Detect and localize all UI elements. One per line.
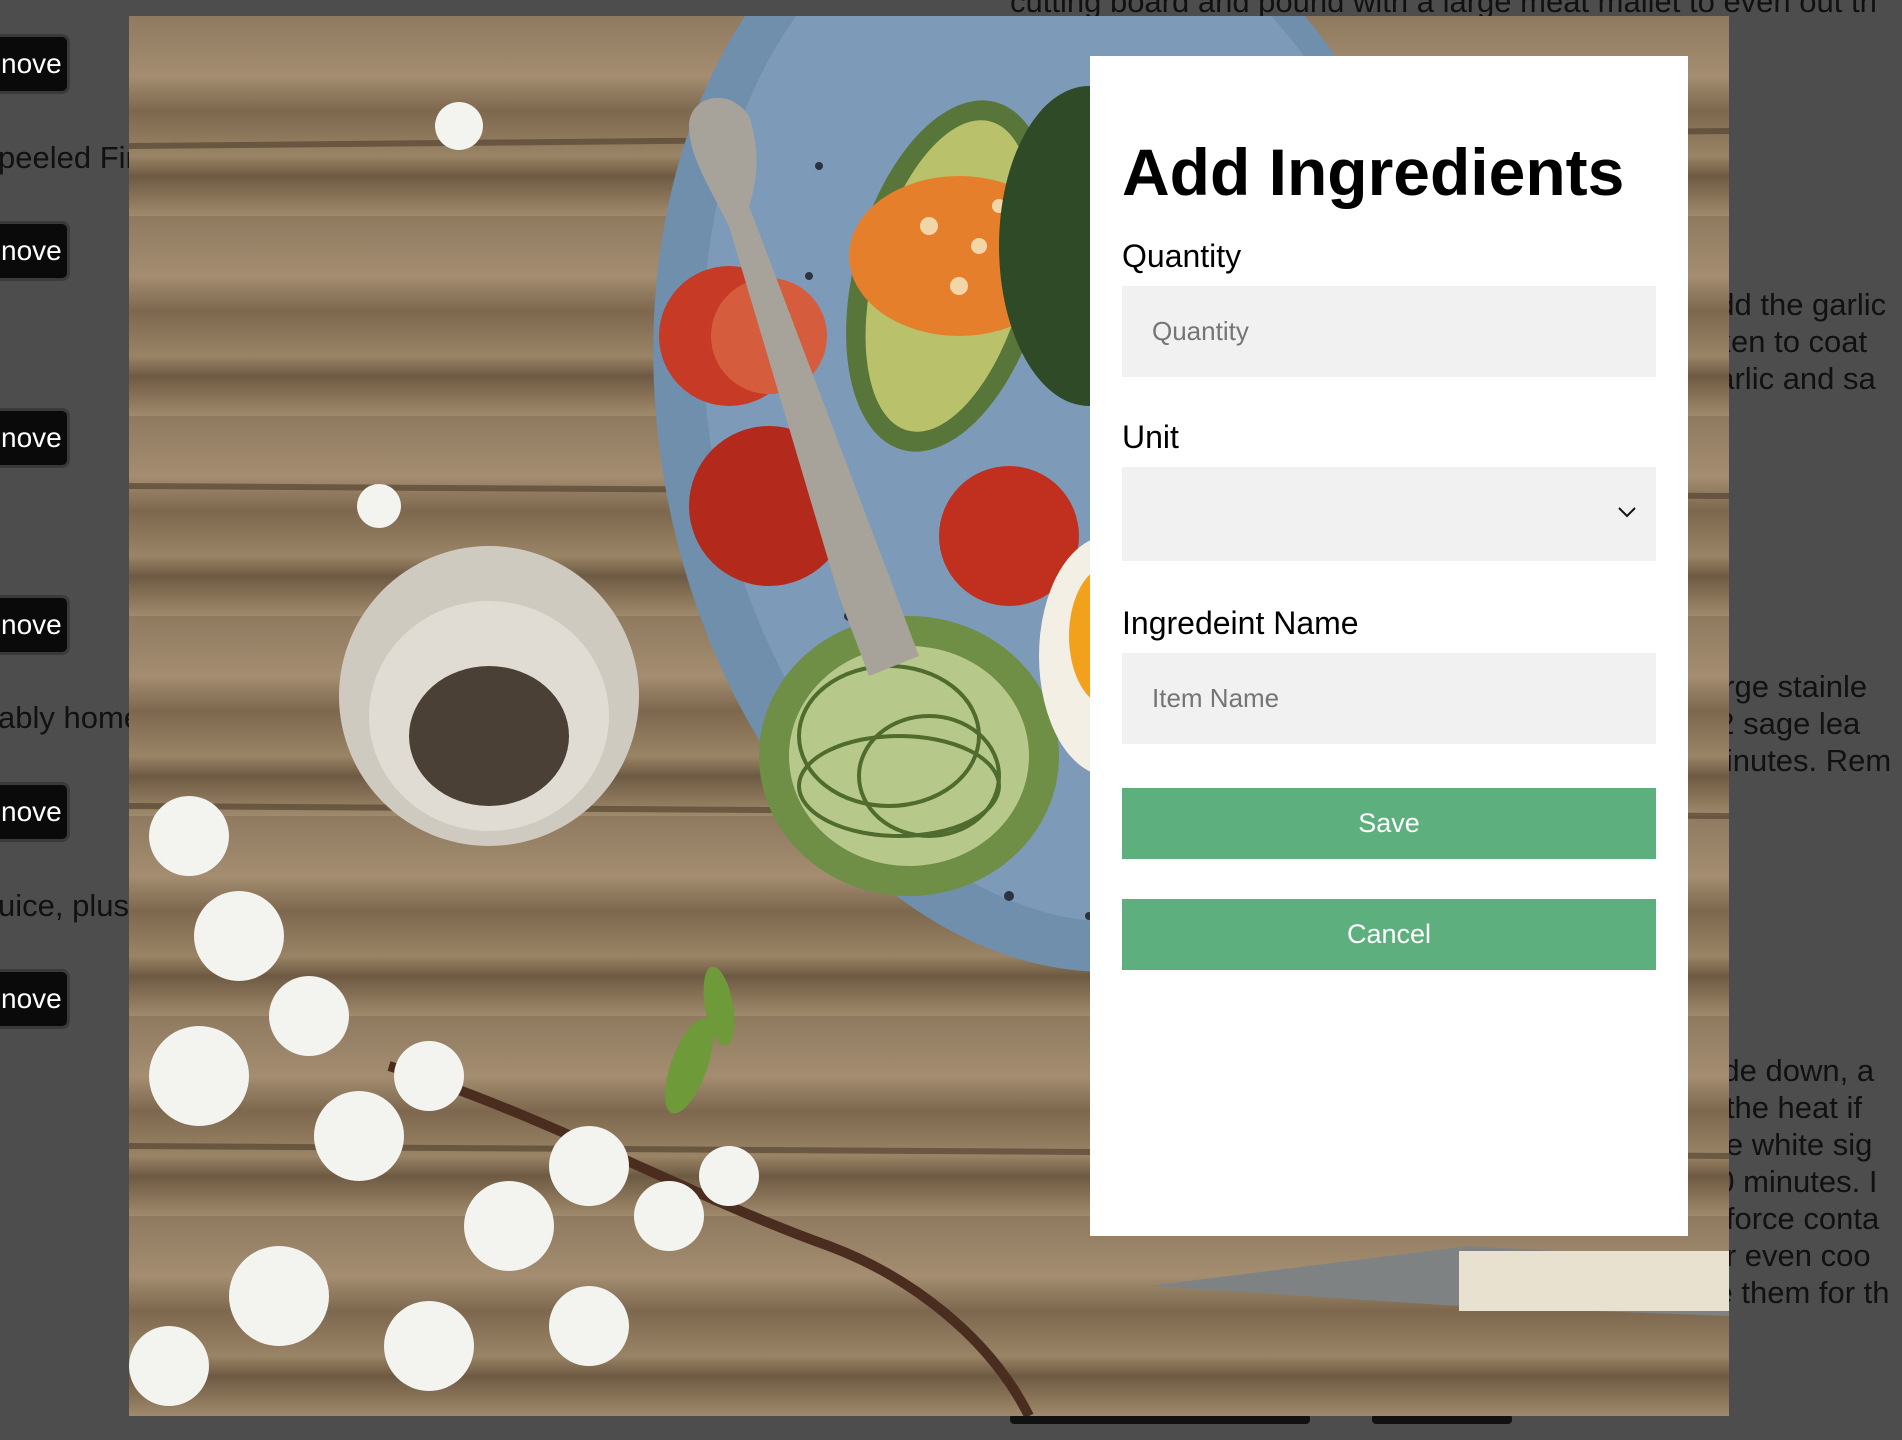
ingredient-text: ably home (0, 700, 142, 735)
modal-title: Add Ingredients (1122, 135, 1625, 209)
save-button[interactable]: Save (1122, 788, 1656, 859)
unit-label: Unit (1122, 419, 1179, 455)
ingredient-name-label: Ingredeint Name (1122, 605, 1359, 641)
unit-select[interactable] (1122, 467, 1656, 561)
remove-button[interactable]: nove (0, 595, 70, 655)
ingredient-text: uice, plus (0, 888, 129, 923)
remove-button[interactable]: nove (0, 782, 70, 842)
cancel-button[interactable]: Cancel (1122, 899, 1656, 970)
quantity-label: Quantity (1122, 238, 1242, 274)
remove-button[interactable]: nove (0, 34, 70, 94)
chevron-down-icon (1618, 507, 1636, 518)
ingredient-text: peeled Fir (0, 140, 136, 175)
remove-button[interactable]: nove (0, 408, 70, 468)
quantity-input[interactable] (1122, 286, 1656, 377)
remove-button[interactable]: nove (0, 221, 70, 281)
ingredient-name-input[interactable] (1122, 653, 1656, 744)
add-ingredients-modal: Add Ingredients Quantity Unit Ingredeint… (1090, 56, 1688, 1236)
remove-button[interactable]: nove (0, 969, 70, 1029)
